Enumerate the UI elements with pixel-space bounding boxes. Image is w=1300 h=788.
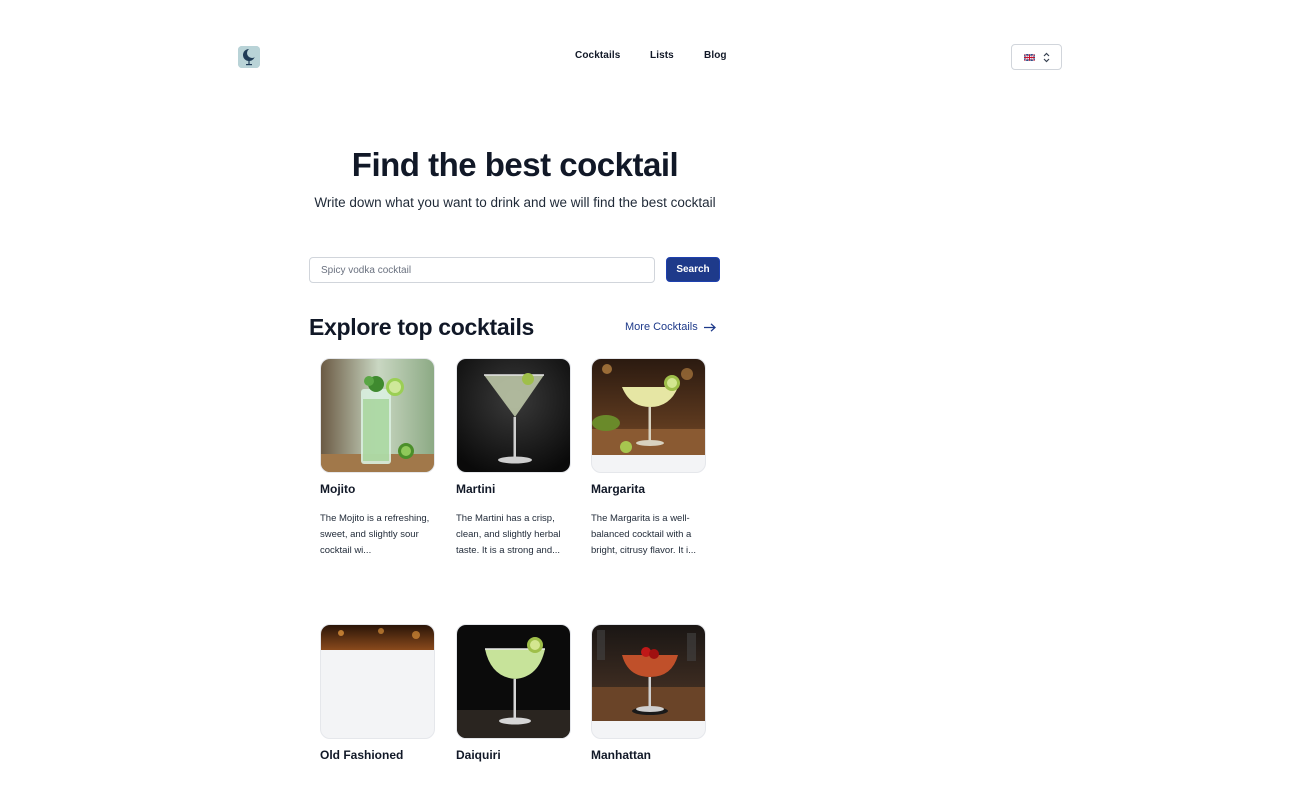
page-title: Find the best cocktail — [351, 146, 679, 183]
cocktail-card[interactable]: Margarita The Margarita is a well-balanc… — [591, 358, 706, 556]
cocktail-name[interactable]: Manhattan — [591, 748, 651, 762]
language-select[interactable] — [1011, 44, 1062, 70]
cocktail-description: The Martini has a crisp, clean, and slig… — [456, 513, 561, 556]
cocktail-image-old-fashioned[interactable] — [320, 624, 435, 739]
nav-blog[interactable]: Blog — [704, 50, 727, 61]
arrow-right-icon — [703, 322, 716, 332]
page-subtitle: Write down what you want to drink and we… — [314, 195, 716, 210]
cocktail-name[interactable]: Margarita — [591, 482, 645, 496]
uk-flag-icon — [1023, 53, 1035, 61]
nav-cocktails[interactable]: Cocktails — [575, 50, 620, 61]
cocktail-name[interactable]: Mojito — [320, 482, 355, 496]
cocktail-image-mojito[interactable] — [320, 358, 435, 473]
cocktail-name[interactable]: Martini — [456, 482, 495, 496]
logo[interactable] — [238, 46, 260, 68]
cocktail-name[interactable]: Daiquiri — [456, 748, 501, 762]
more-cocktails-label: More Cocktails — [625, 321, 698, 333]
search-button[interactable]: Search — [666, 257, 720, 282]
search-input[interactable] — [309, 257, 655, 283]
cocktail-name[interactable]: Old Fashioned — [320, 748, 403, 762]
cocktail-description: The Margarita is a well-balanced cocktai… — [591, 513, 697, 556]
cocktail-image-margarita[interactable] — [591, 358, 706, 473]
chevron-updown-icon — [1043, 52, 1049, 62]
section-title: Explore top cocktails — [309, 314, 535, 340]
cocktail-card[interactable]: Old Fashioned — [320, 624, 435, 762]
cocktail-image-daiquiri[interactable] — [456, 624, 571, 739]
cocktail-image-martini[interactable] — [456, 358, 571, 473]
cocktail-card[interactable]: Mojito The Mojito is a refreshing, sweet… — [320, 358, 435, 556]
cocktail-image-manhattan[interactable] — [591, 624, 706, 739]
cocktail-card[interactable]: Daiquiri — [456, 624, 571, 762]
moon-glass-icon — [238, 46, 260, 68]
cocktail-card[interactable]: Martini The Martini has a crisp, clean, … — [456, 358, 571, 556]
nav-lists[interactable]: Lists — [650, 50, 674, 61]
cocktail-description: The Mojito is a refreshing, sweet, and s… — [320, 513, 430, 556]
more-cocktails-link[interactable]: More Cocktails — [625, 321, 716, 333]
cocktail-card[interactable]: Manhattan — [591, 624, 706, 762]
